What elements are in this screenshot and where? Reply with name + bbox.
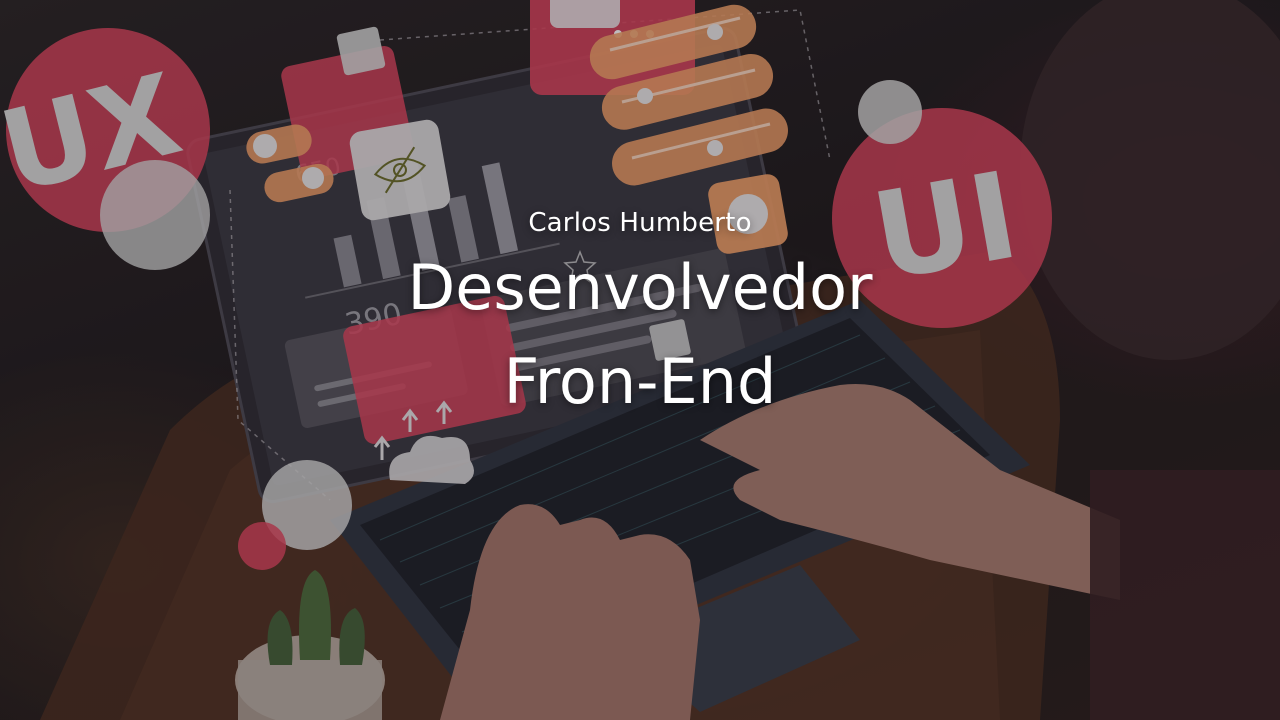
title-line-2: Fron-End (503, 345, 777, 418)
author-name: Carlos Humberto (528, 208, 752, 238)
title-line-1: Desenvolvedor (407, 251, 873, 324)
hero-slide: 650 390 (0, 0, 1280, 720)
headline-block: Carlos Humberto Desenvolvedor Fron-End (340, 205, 940, 429)
